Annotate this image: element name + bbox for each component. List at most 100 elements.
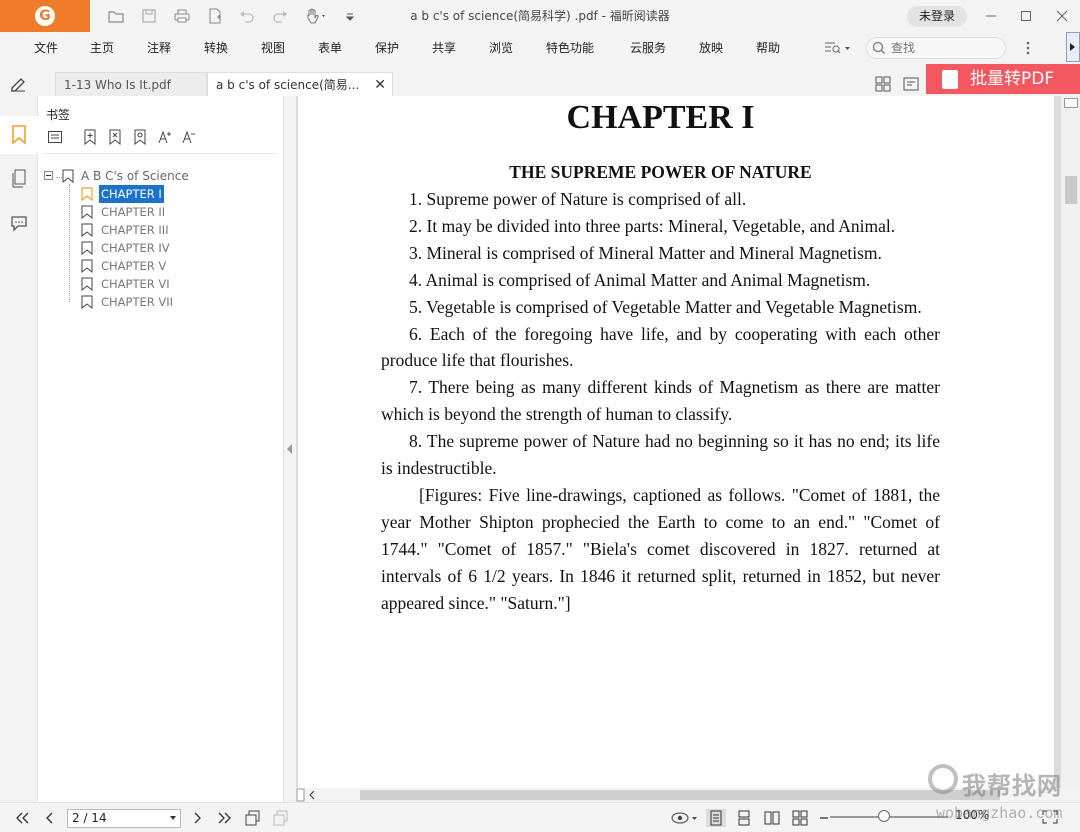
foxit-logo-icon: G bbox=[35, 6, 55, 26]
add-bookmark-icon[interactable] bbox=[81, 128, 99, 146]
zoom-out-icon[interactable] bbox=[814, 809, 834, 827]
ribbon-expand-button[interactable] bbox=[1066, 32, 1080, 62]
search-input[interactable] bbox=[891, 40, 1001, 56]
menu-browse[interactable]: 浏览 bbox=[489, 32, 513, 64]
vertical-scrollbar[interactable] bbox=[1060, 96, 1080, 788]
page-indicator: 2 / 14 bbox=[72, 811, 107, 825]
rail-bookmarks[interactable] bbox=[0, 116, 38, 154]
paragraph: 2. It may be divided into three parts: M… bbox=[409, 215, 896, 236]
menu-convert[interactable]: 转换 bbox=[204, 32, 228, 64]
bookmark-icon bbox=[81, 259, 93, 273]
bookmark-root-label: A B C's of Science bbox=[81, 169, 189, 183]
next-view-icon[interactable] bbox=[271, 809, 291, 827]
rail-pages[interactable] bbox=[0, 160, 38, 198]
last-page-icon[interactable] bbox=[215, 809, 235, 827]
collapse-icon[interactable] bbox=[44, 171, 54, 181]
open-folder-icon[interactable] bbox=[106, 6, 126, 26]
menu-share[interactable]: 共享 bbox=[432, 32, 456, 64]
menu-protect[interactable]: 保护 bbox=[375, 32, 399, 64]
menu-home[interactable]: 主页 bbox=[90, 32, 114, 64]
paragraph: 1. Supreme power of Nature is comprised … bbox=[409, 189, 747, 209]
new-document-icon[interactable] bbox=[205, 6, 225, 26]
horizontal-scroll-thumb[interactable] bbox=[360, 790, 1000, 800]
tab-close-icon[interactable]: ✕ bbox=[374, 73, 386, 96]
facing-view-icon[interactable] bbox=[762, 809, 782, 827]
vertical-scroll-thumb[interactable] bbox=[1065, 176, 1077, 204]
hand-tool-icon[interactable] bbox=[303, 6, 329, 26]
find-options-icon[interactable] bbox=[822, 38, 854, 58]
thumbnail-grid-icon[interactable] bbox=[873, 74, 893, 94]
menu-form[interactable]: 表单 bbox=[318, 32, 342, 64]
more-options-icon[interactable] bbox=[1018, 38, 1038, 58]
bookmark-panel-title: 书签 bbox=[46, 108, 71, 122]
paragraph: 6. Each of the foregoing have life, and … bbox=[381, 323, 940, 371]
first-page-icon[interactable] bbox=[12, 809, 32, 827]
bookmark-search-icon[interactable] bbox=[131, 128, 149, 146]
tab-abc-science[interactable]: a b c's of science(简易... ✕ bbox=[207, 72, 393, 96]
bookmark-label: CHAPTER VII bbox=[101, 295, 174, 309]
horizontal-scrollbar[interactable] bbox=[296, 788, 1060, 802]
menu-file[interactable]: 文件 bbox=[34, 32, 58, 64]
menu-cloud[interactable]: 云服务 bbox=[630, 32, 666, 64]
comment-icon bbox=[11, 216, 27, 232]
page-number-input[interactable]: 2 / 14 bbox=[67, 809, 181, 828]
rail-comments[interactable] bbox=[0, 204, 38, 242]
scroll-up-button[interactable] bbox=[1064, 98, 1078, 108]
page-content: CHAPTER I THE SUPREME POWER OF NATURE 1.… bbox=[381, 96, 940, 617]
menu-help[interactable]: 帮助 bbox=[756, 32, 780, 64]
continuous-facing-view-icon[interactable] bbox=[790, 809, 810, 827]
batch-convert-label: 批量转PDF bbox=[970, 69, 1055, 89]
paragraph: 5. Vegetable is comprised of Vegetable M… bbox=[409, 296, 922, 317]
bookmark-icon bbox=[81, 241, 93, 255]
collapse-arrow-icon[interactable] bbox=[287, 444, 292, 454]
delete-bookmark-icon[interactable] bbox=[106, 128, 124, 146]
bookmark-icon bbox=[81, 205, 93, 219]
tab-who-is-it[interactable]: 1-13 Who Is It.pdf bbox=[55, 72, 207, 96]
continuous-view-icon[interactable] bbox=[734, 809, 754, 827]
decrease-font-icon[interactable] bbox=[180, 128, 198, 146]
print-icon[interactable] bbox=[172, 6, 192, 26]
single-page-view-icon[interactable] bbox=[706, 809, 726, 827]
save-icon[interactable] bbox=[139, 6, 159, 26]
batch-convert-pdf-button[interactable]: 批量转PDF bbox=[926, 64, 1080, 94]
login-button[interactable]: 未登录 bbox=[907, 6, 967, 27]
pdf-page: CHAPTER I THE SUPREME POWER OF NATURE 1.… bbox=[298, 96, 1054, 788]
app-logo[interactable]: G bbox=[0, 0, 90, 32]
view-mode-eye-icon[interactable] bbox=[670, 809, 700, 827]
zoom-level[interactable]: 100% bbox=[955, 808, 989, 822]
navigation-rail bbox=[0, 96, 38, 802]
scroll-left-icon[interactable] bbox=[296, 788, 316, 802]
bookmark-label: CHAPTER V bbox=[101, 259, 167, 273]
customize-toolbar-icon[interactable] bbox=[340, 6, 360, 26]
menu-features[interactable]: 特色功能 bbox=[546, 32, 594, 64]
redo-icon[interactable] bbox=[270, 6, 290, 26]
menu-view[interactable]: 视图 bbox=[261, 32, 285, 64]
previous-view-icon[interactable] bbox=[243, 809, 263, 827]
tab-label: a b c's of science(简易... bbox=[216, 78, 360, 92]
bookmark-icon bbox=[12, 125, 26, 145]
menu-comment[interactable]: 注释 bbox=[147, 32, 171, 64]
panel-splitter[interactable] bbox=[284, 96, 296, 802]
bookmark-options-icon[interactable] bbox=[46, 128, 64, 146]
undo-icon[interactable] bbox=[237, 6, 257, 26]
tree-connector bbox=[56, 177, 66, 178]
paragraph: 4. Animal is comprised of Animal Matter … bbox=[409, 269, 871, 290]
chevron-down-icon[interactable] bbox=[170, 816, 176, 820]
section-heading: THE SUPREME POWER OF NATURE bbox=[509, 162, 812, 182]
document-view[interactable]: CHAPTER I THE SUPREME POWER OF NATURE 1.… bbox=[296, 96, 1060, 788]
maximize-icon[interactable] bbox=[1013, 4, 1039, 28]
previous-page-icon[interactable] bbox=[40, 809, 60, 827]
tree-connector bbox=[69, 184, 70, 302]
search-box[interactable] bbox=[866, 37, 1006, 59]
edit-pen-icon[interactable] bbox=[8, 74, 28, 94]
fit-page-icon[interactable] bbox=[1040, 808, 1060, 826]
minimize-icon[interactable] bbox=[978, 4, 1004, 28]
zoom-slider-handle[interactable] bbox=[878, 810, 890, 822]
increase-font-icon[interactable] bbox=[156, 128, 174, 146]
bookmark-icon bbox=[81, 187, 93, 201]
close-window-icon[interactable] bbox=[1049, 4, 1075, 28]
reading-mode-icon[interactable] bbox=[901, 74, 921, 94]
bookmark-label: CHAPTER IV bbox=[101, 241, 170, 255]
menu-slideshow[interactable]: 放映 bbox=[699, 32, 723, 64]
next-page-icon[interactable] bbox=[187, 809, 207, 827]
